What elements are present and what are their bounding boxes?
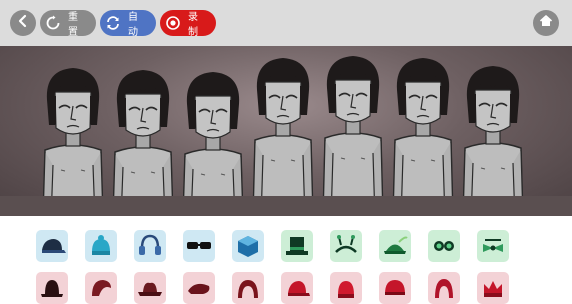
performer[interactable] (112, 70, 174, 216)
sound-slot-effects[interactable] (281, 230, 313, 262)
performer[interactable] (322, 56, 384, 216)
stage-floor (0, 196, 572, 216)
sound-slot-melodies[interactable] (183, 272, 215, 304)
record-button[interactable]: 录制 (160, 10, 216, 38)
bow-ribbon-icon (477, 230, 509, 262)
performer[interactable] (462, 66, 524, 216)
top-toolbar: 重置 自动 录制 (0, 0, 572, 46)
refresh-icon (104, 13, 122, 33)
beret-icon (183, 272, 215, 304)
performer[interactable] (42, 68, 104, 216)
sound-slot-melodies[interactable] (134, 272, 166, 304)
sunglasses-icon (183, 230, 215, 262)
sound-slot-effects[interactable] (379, 230, 411, 262)
feather-hat-icon (379, 230, 411, 262)
antenna-headband-icon (330, 230, 362, 262)
reset-circle-icon (44, 13, 62, 33)
performer[interactable] (392, 58, 454, 216)
hair-swoop-icon (85, 272, 117, 304)
auto-label: 自动 (128, 12, 138, 38)
record-label: 录制 (188, 12, 198, 38)
sound-slot-melodies[interactable] (379, 272, 411, 304)
home-button[interactable] (533, 10, 559, 36)
sound-slot-effects[interactable] (330, 230, 362, 262)
reset-button[interactable]: 重置 (40, 10, 96, 38)
sound-slot-beats[interactable] (36, 230, 68, 262)
beanie-icon (85, 230, 117, 262)
sound-slot-beats[interactable] (85, 230, 117, 262)
headphones-icon (134, 230, 166, 262)
sound-slot-effects[interactable] (428, 230, 460, 262)
performer[interactable] (182, 72, 244, 216)
reset-label: 重置 (68, 12, 78, 38)
red-helmet-icon (379, 272, 411, 304)
sound-slot-melodies[interactable] (36, 272, 68, 304)
sound-slot-beats[interactable] (134, 230, 166, 262)
top-hat-icon (281, 230, 313, 262)
cap-icon (36, 230, 68, 262)
bowler-hat-icon (36, 272, 68, 304)
red-hood-icon (428, 272, 460, 304)
sound-slot-melodies[interactable] (281, 272, 313, 304)
record-dot-icon (164, 13, 182, 33)
performer[interactable] (252, 58, 314, 216)
back-button[interactable] (10, 10, 36, 36)
sound-slot-melodies[interactable] (428, 272, 460, 304)
sound-slot-melodies[interactable] (330, 272, 362, 304)
chevron-left-icon (16, 14, 30, 33)
auto-button[interactable]: 自动 (100, 10, 156, 38)
stage (0, 46, 572, 216)
home-icon (539, 14, 553, 33)
red-crown-icon (477, 272, 509, 304)
sound-slot-beats[interactable] (232, 230, 264, 262)
performers-layer (42, 56, 524, 216)
goggles-icon (428, 230, 460, 262)
fedora-icon (134, 272, 166, 304)
red-cap-icon (281, 272, 313, 304)
cube-icon (232, 230, 264, 262)
wig-icon (232, 272, 264, 304)
sound-slot-melodies[interactable] (477, 272, 509, 304)
sound-slot-effects[interactable] (477, 230, 509, 262)
sound-slot-melodies[interactable] (232, 272, 264, 304)
sound-palette (0, 216, 572, 304)
red-beanie-icon (330, 272, 362, 304)
sound-slot-beats[interactable] (183, 230, 215, 262)
sound-slot-melodies[interactable] (85, 272, 117, 304)
